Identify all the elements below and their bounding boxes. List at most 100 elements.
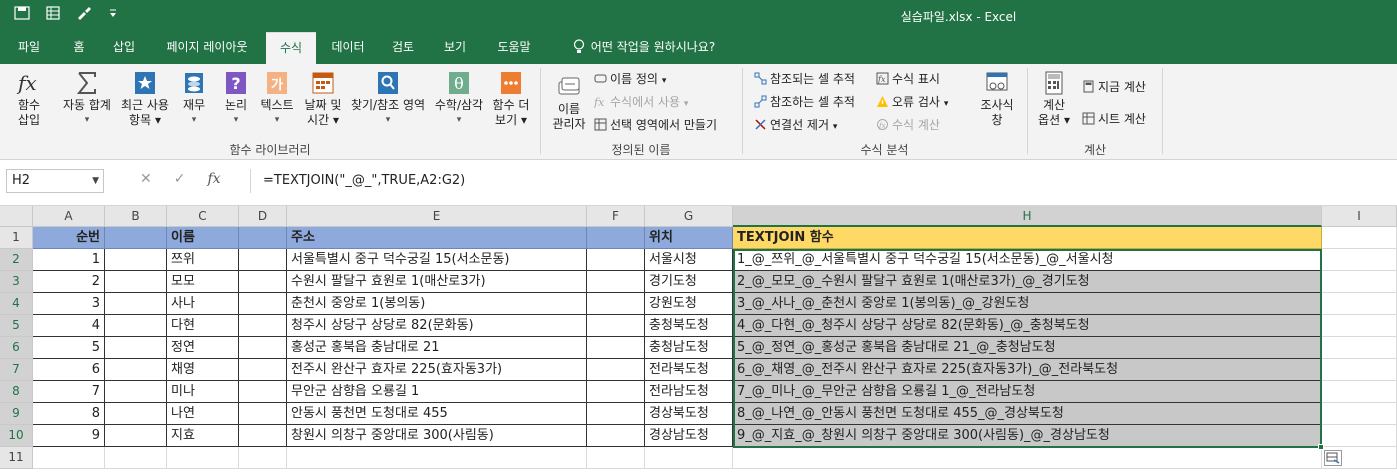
- row-header[interactable]: 9: [0, 403, 33, 425]
- row-header[interactable]: 1: [0, 227, 33, 249]
- header-cell-g[interactable]: 위치: [645, 227, 733, 249]
- cell-address[interactable]: 무안군 삼향읍 오룡길 1: [287, 381, 587, 403]
- cell-empty[interactable]: [239, 359, 287, 381]
- formula-input[interactable]: =TEXTJOIN("_@_",TRUE,A2:G2): [250, 169, 1390, 193]
- cell-number[interactable]: 7: [33, 381, 105, 403]
- row-header[interactable]: 11: [0, 447, 33, 469]
- cell-address[interactable]: 창원시 의창구 중앙대로 300(사림동): [287, 425, 587, 447]
- cell-textjoin-result[interactable]: 5_@_정연_@_홍성군 홍북읍 충남대로 21_@_충청남도청: [733, 337, 1322, 359]
- cell-location[interactable]: 경상북도청: [645, 403, 733, 425]
- column-header-b[interactable]: B: [105, 206, 167, 227]
- cell-empty[interactable]: [33, 447, 105, 469]
- use-in-formula-button[interactable]: fx 수식에서 사용 ▾: [593, 93, 688, 110]
- cell-location[interactable]: 충청북도청: [645, 315, 733, 337]
- cell-empty[interactable]: [239, 315, 287, 337]
- cell-empty[interactable]: [587, 403, 645, 425]
- cell-number[interactable]: 2: [33, 271, 105, 293]
- cell-empty[interactable]: [587, 249, 645, 271]
- header-cell-f[interactable]: [587, 227, 645, 249]
- cell-address[interactable]: 수원시 팔달구 효원로 1(매산로3가): [287, 271, 587, 293]
- text-button[interactable]: 가 텍스트 ▾: [256, 70, 298, 128]
- cell-empty[interactable]: [587, 271, 645, 293]
- header-cell-c[interactable]: 이름: [167, 227, 239, 249]
- cell-empty[interactable]: [239, 381, 287, 403]
- row-header[interactable]: 4: [0, 293, 33, 315]
- column-header-h[interactable]: H: [733, 206, 1322, 227]
- row-header[interactable]: 6: [0, 337, 33, 359]
- worksheet-grid[interactable]: ABCDEFGHI 1 2 3 4 5 6 7 8 9 10 11 순번 이름 주소 위치 TEXTJOIN…: [0, 206, 1397, 473]
- column-header-c[interactable]: C: [167, 206, 239, 227]
- lookup-reference-button[interactable]: 찾기/참조 영역 ▾: [346, 70, 430, 128]
- cell-number[interactable]: 5: [33, 337, 105, 359]
- cell-location[interactable]: 전라남도청: [645, 381, 733, 403]
- tab-help[interactable]: 도움말: [484, 32, 544, 64]
- watch-window-button[interactable]: 조사식 창: [972, 70, 1022, 128]
- date-time-button[interactable]: 날짜 및 시간 ▾: [300, 70, 346, 128]
- tab-home[interactable]: 홈: [60, 32, 98, 64]
- cell-empty[interactable]: [105, 403, 167, 425]
- cell-empty[interactable]: [287, 447, 587, 469]
- cell-address[interactable]: 안동시 풍천면 도청대로 455: [287, 403, 587, 425]
- cell-empty[interactable]: [105, 381, 167, 403]
- cell-name[interactable]: 정연: [167, 337, 239, 359]
- cell-number[interactable]: 3: [33, 293, 105, 315]
- cell-i1[interactable]: [1322, 227, 1397, 249]
- cell-empty[interactable]: [239, 337, 287, 359]
- define-name-button[interactable]: 이름 정의 ▾: [594, 70, 666, 87]
- cell-number[interactable]: 9: [33, 425, 105, 447]
- cell-name[interactable]: 나연: [167, 403, 239, 425]
- cancel-icon[interactable]: ✕: [140, 171, 152, 187]
- cell-textjoin-result[interactable]: 2_@_모모_@_수원시 팔달구 효원로 1(매산로3가)_@_경기도청: [733, 271, 1322, 293]
- cell-empty[interactable]: [239, 249, 287, 271]
- evaluate-formula-button[interactable]: fx 수식 계산: [876, 116, 940, 133]
- column-header-i[interactable]: I: [1322, 206, 1397, 227]
- tab-formulas[interactable]: 수식: [266, 32, 316, 64]
- cell-empty[interactable]: [105, 359, 167, 381]
- cell-empty[interactable]: [105, 425, 167, 447]
- header-cell-d[interactable]: [239, 227, 287, 249]
- tab-file[interactable]: 파일: [4, 32, 54, 64]
- cell-empty[interactable]: [1322, 249, 1397, 271]
- tell-me-search[interactable]: 어떤 작업을 원하시나요?: [554, 32, 734, 64]
- recently-used-button[interactable]: 최근 사용 항목 ▾: [118, 70, 172, 128]
- cell-number[interactable]: 8: [33, 403, 105, 425]
- cell-empty[interactable]: [587, 381, 645, 403]
- insert-function-icon[interactable]: fx: [207, 171, 220, 187]
- cell-empty[interactable]: [1322, 359, 1397, 381]
- cell-textjoin-result[interactable]: 3_@_사나_@_춘천시 중앙로 1(봉의동)_@_강원도청: [733, 293, 1322, 315]
- cell-name[interactable]: 쯔위: [167, 249, 239, 271]
- autosum-button[interactable]: 자동 합계 ▾: [58, 70, 116, 128]
- cell-name[interactable]: 미나: [167, 381, 239, 403]
- select-all-button[interactable]: [0, 206, 33, 227]
- cell-location[interactable]: 충청남도청: [645, 337, 733, 359]
- cell-number[interactable]: 4: [33, 315, 105, 337]
- cell-empty[interactable]: [105, 315, 167, 337]
- cell-empty[interactable]: [105, 447, 167, 469]
- cell-address[interactable]: 서울특별시 중구 덕수궁길 15(서소문동): [287, 249, 587, 271]
- cell-textjoin-result[interactable]: 7_@_미나_@_무안군 삼향읍 오룡길 1_@_전라남도청: [733, 381, 1322, 403]
- enter-check-icon[interactable]: ✓: [174, 171, 186, 187]
- cell-textjoin-result[interactable]: 9_@_지효_@_창원시 의창구 중앙대로 300(사림동)_@_경상남도청: [733, 425, 1322, 447]
- logical-button[interactable]: ? 논리 ▾: [220, 70, 252, 128]
- name-box[interactable]: H2 ▼: [6, 169, 104, 193]
- cell-address[interactable]: 전주시 완산구 효자로 225(효자동3가): [287, 359, 587, 381]
- cell-empty[interactable]: [645, 447, 733, 469]
- cell-empty[interactable]: [239, 425, 287, 447]
- trace-dependents-button[interactable]: 참조하는 셀 추적: [754, 93, 855, 110]
- header-cell-h[interactable]: TEXTJOIN 함수: [733, 227, 1322, 249]
- calculate-sheet-button[interactable]: 시트 계산: [1082, 110, 1146, 127]
- header-cell-b[interactable]: [105, 227, 167, 249]
- show-formulas-button[interactable]: fx 수식 표시: [876, 70, 940, 87]
- cell-empty[interactable]: [587, 337, 645, 359]
- cell-location[interactable]: 서울시청: [645, 249, 733, 271]
- cell-empty[interactable]: [239, 403, 287, 425]
- column-header-g[interactable]: G: [645, 206, 733, 227]
- cell-textjoin-result[interactable]: 6_@_채영_@_전주시 완산구 효자로 225(효자동3가)_@_전라북도청: [733, 359, 1322, 381]
- cell-empty[interactable]: [105, 293, 167, 315]
- row-header[interactable]: 5: [0, 315, 33, 337]
- cell-location[interactable]: 경상남도청: [645, 425, 733, 447]
- cell-empty[interactable]: [587, 447, 645, 469]
- cell-name[interactable]: 모모: [167, 271, 239, 293]
- tab-view[interactable]: 보기: [432, 32, 478, 64]
- cell-empty[interactable]: [1322, 293, 1397, 315]
